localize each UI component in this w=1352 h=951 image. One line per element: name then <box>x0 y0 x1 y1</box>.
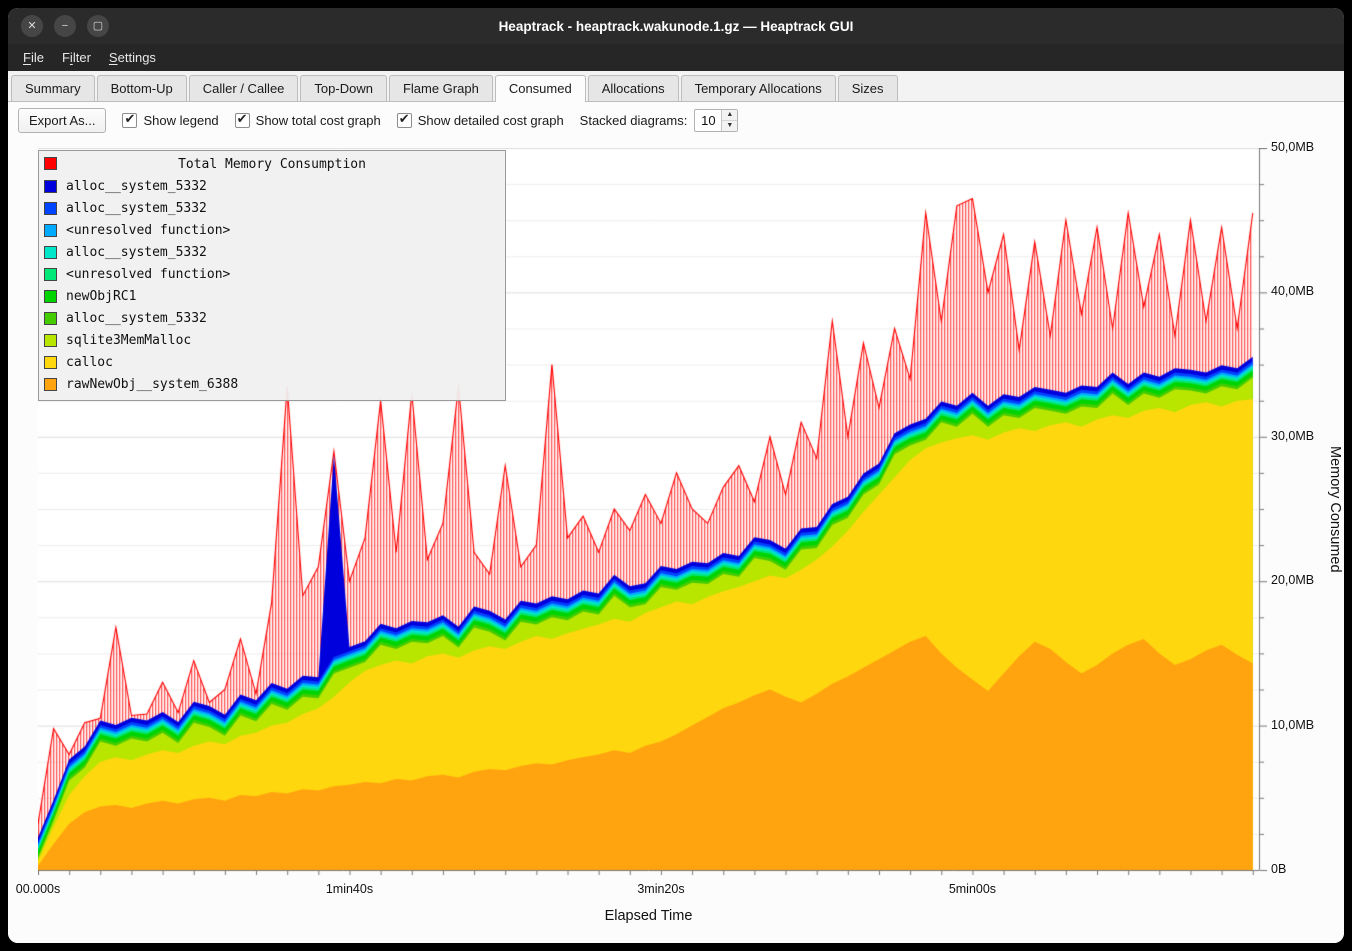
legend-entry-label: sqlite3MemMalloc <box>66 333 191 348</box>
checkbox-box[interactable] <box>122 113 137 128</box>
tab-top-down[interactable]: Top-Down <box>300 75 387 101</box>
toolbar: Export As... Show legend Show total cost … <box>8 102 1344 138</box>
legend-entry-label: alloc__system_5332 <box>66 245 207 260</box>
legend-swatch <box>44 356 57 369</box>
x-tick-label: 3min20s <box>637 882 684 896</box>
spin-up-button[interactable]: ▲ <box>722 110 737 121</box>
tab-caller-callee[interactable]: Caller / Callee <box>189 75 299 101</box>
legend-entry: calloc <box>39 351 505 373</box>
legend-swatch <box>44 224 57 237</box>
legend-entry-label: calloc <box>66 355 113 370</box>
legend-entry-label: rawNewObj__system_6388 <box>66 377 238 392</box>
legend-entry-label: <unresolved function> <box>66 267 230 282</box>
legend-entry-label: alloc__system_5332 <box>66 179 207 194</box>
spin-buttons: ▲ ▼ <box>721 110 737 131</box>
y-tick-label: 40,0MB <box>1271 284 1314 298</box>
menu-item-file[interactable]: File <box>14 46 53 69</box>
legend-entry-label: alloc__system_5332 <box>66 201 207 216</box>
legend-entry-label: <unresolved function> <box>66 223 230 238</box>
titlebar: ✕ − ▢ Heaptrack - heaptrack.wakunode.1.g… <box>8 8 1344 44</box>
tab-summary[interactable]: Summary <box>11 75 95 101</box>
legend-entry: sqlite3MemMalloc <box>39 329 505 351</box>
legend-swatch <box>44 202 57 215</box>
legend-entry: alloc__system_5332 <box>39 241 505 263</box>
legend-swatch <box>44 378 57 391</box>
chart-area: Total Memory Consumption alloc__system_53… <box>8 138 1344 943</box>
legend-entry-label: alloc__system_5332 <box>66 311 207 326</box>
legend-entry-label: newObjRC1 <box>66 289 136 304</box>
x-tick-label: 00.000s <box>16 882 60 896</box>
menu-item-settings[interactable]: Settings <box>100 46 165 69</box>
maximize-button[interactable]: ▢ <box>87 15 109 37</box>
x-axis-labels: 00.000s1min40s3min20s5min00s <box>38 882 1259 898</box>
tab-sizes[interactable]: Sizes <box>838 75 898 101</box>
tab-consumed[interactable]: Consumed <box>495 75 586 102</box>
tabbar: SummaryBottom-UpCaller / CalleeTop-DownF… <box>8 71 1344 102</box>
checkbox-show-detailed-cost-graph[interactable]: Show detailed cost graph <box>397 113 564 128</box>
legend-swatch-total <box>44 157 57 170</box>
toolbar-checkboxes: Show legend Show total cost graph Show det… <box>122 113 563 128</box>
tab-flame-graph[interactable]: Flame Graph <box>389 75 493 101</box>
minimize-button[interactable]: − <box>54 15 76 37</box>
legend-title-row: Total Memory Consumption <box>39 154 505 175</box>
legend-swatch <box>44 268 57 281</box>
checkbox-label: Show legend <box>143 113 218 128</box>
tab-allocations[interactable]: Allocations <box>588 75 679 101</box>
y-tick-label: 10,0MB <box>1271 718 1314 732</box>
legend-swatch <box>44 290 57 303</box>
legend-entry: rawNewObj__system_6388 <box>39 373 505 395</box>
plot-container: Total Memory Consumption alloc__system_53… <box>38 148 1267 878</box>
checkbox-show-legend[interactable]: Show legend <box>122 113 218 128</box>
legend-entry: alloc__system_5332 <box>39 307 505 329</box>
spin-down-button[interactable]: ▼ <box>722 121 737 131</box>
legend-entry: <unresolved function> <box>39 219 505 241</box>
x-tick-label: 5min00s <box>949 882 996 896</box>
window-title: Heaptrack - heaptrack.wakunode.1.gz — He… <box>8 19 1344 34</box>
close-button[interactable]: ✕ <box>21 15 43 37</box>
legend-swatch <box>44 312 57 325</box>
checkbox-label: Show detailed cost graph <box>418 113 564 128</box>
legend-swatch <box>44 246 57 259</box>
tab-temporary-allocations[interactable]: Temporary Allocations <box>681 75 836 101</box>
tab-bottom-up[interactable]: Bottom-Up <box>97 75 187 101</box>
chart-legend: Total Memory Consumption alloc__system_53… <box>38 150 506 401</box>
y-tick-label: 0B <box>1271 862 1286 876</box>
heaptrack-window: ✕ − ▢ Heaptrack - heaptrack.wakunode.1.g… <box>8 8 1344 943</box>
stacked-diagrams-spinbox[interactable]: 10 ▲ ▼ <box>694 109 738 132</box>
y-tick-label: 50,0MB <box>1271 140 1314 154</box>
checkbox-box[interactable] <box>235 113 250 128</box>
stacked-diagrams-value[interactable]: 10 <box>695 110 721 131</box>
x-tick-label: 1min40s <box>326 882 373 896</box>
legend-entry: alloc__system_5332 <box>39 197 505 219</box>
legend-swatch <box>44 180 57 193</box>
stacked-diagrams-label: Stacked diagrams: <box>580 113 688 128</box>
menubar: FileFilterSettings <box>8 44 1344 71</box>
checkbox-show-total-cost-graph[interactable]: Show total cost graph <box>235 113 381 128</box>
window-controls: ✕ − ▢ <box>8 15 109 37</box>
menu-item-filter[interactable]: Filter <box>53 46 100 69</box>
legend-entry: alloc__system_5332 <box>39 175 505 197</box>
legend-title: Total Memory Consumption <box>39 157 505 172</box>
checkbox-label: Show total cost graph <box>256 113 381 128</box>
checkbox-box[interactable] <box>397 113 412 128</box>
y-tick-label: 20,0MB <box>1271 573 1314 587</box>
legend-swatch <box>44 334 57 347</box>
stacked-diagrams-group: Stacked diagrams: 10 ▲ ▼ <box>580 109 739 132</box>
legend-entry: <unresolved function> <box>39 263 505 285</box>
x-axis-title: Elapsed Time <box>38 908 1259 924</box>
legend-entry: newObjRC1 <box>39 285 505 307</box>
y-axis-title: Memory Consumed <box>1324 148 1344 870</box>
export-as-button[interactable]: Export As... <box>18 108 106 133</box>
y-tick-label: 30,0MB <box>1271 429 1314 443</box>
